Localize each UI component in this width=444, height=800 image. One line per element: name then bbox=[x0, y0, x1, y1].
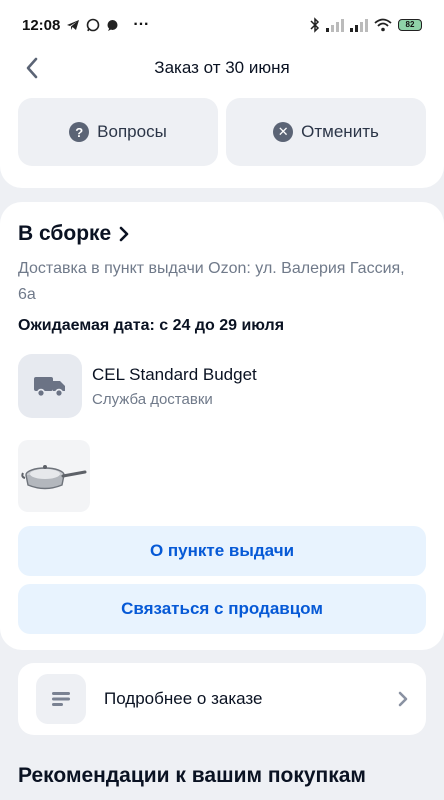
signal-icon bbox=[350, 18, 368, 32]
delivery-service-row: CEL Standard Budget Служба доставки bbox=[18, 354, 418, 418]
truck-icon bbox=[18, 354, 82, 418]
order-status-title: В сборке bbox=[18, 222, 112, 245]
chevron-right-icon bbox=[398, 691, 408, 707]
order-details-label: Подробнее о заказе bbox=[104, 689, 263, 708]
cancel-order-button[interactable]: ✕ Отменить bbox=[226, 98, 426, 166]
action-row: ? Вопросы ✕ Отменить bbox=[18, 98, 426, 166]
header: Заказ от 30 июня bbox=[0, 40, 444, 96]
contact-seller-button[interactable]: Связаться с продавцом bbox=[18, 584, 426, 634]
delivery-service-caption: Служба доставки bbox=[92, 390, 213, 408]
whatsapp-icon bbox=[86, 18, 100, 32]
frying-pan-image bbox=[21, 465, 87, 490]
expected-date: Ожидаемая дата: с 24 до 29 июля bbox=[18, 317, 285, 334]
questions-label: Вопросы bbox=[97, 122, 167, 141]
cancel-label: Отменить bbox=[301, 122, 379, 141]
status-time: 12:08 bbox=[22, 16, 61, 34]
battery-icon: 82 bbox=[398, 19, 422, 31]
wifi-icon bbox=[374, 18, 392, 32]
order-status-link[interactable]: В сборке bbox=[18, 222, 129, 246]
back-button[interactable] bbox=[18, 54, 46, 82]
question-circle-icon: ? bbox=[69, 122, 90, 142]
chevron-right-icon bbox=[119, 226, 129, 242]
chat-icon bbox=[106, 19, 119, 32]
document-lines-icon bbox=[36, 674, 86, 724]
x-circle-icon: ✕ bbox=[273, 122, 294, 142]
recommendations-title: Рекомендации к вашим покупкам bbox=[18, 764, 366, 787]
delivery-address: Доставка в пункт выдачи Ozon: ул. Валери… bbox=[18, 260, 405, 303]
order-details-row[interactable]: Подробнее о заказе bbox=[18, 663, 426, 735]
chevron-left-icon bbox=[26, 57, 38, 79]
product-thumbnail[interactable] bbox=[18, 440, 90, 512]
pickup-point-button[interactable]: О пункте выдачи bbox=[18, 526, 426, 576]
delivery-service-text: CEL Standard Budget Служба доставки bbox=[92, 365, 257, 408]
more-dots: ··· bbox=[133, 16, 150, 33]
bluetooth-icon bbox=[310, 17, 320, 33]
questions-button[interactable]: ? Вопросы bbox=[18, 98, 218, 166]
order-header-card: Заказ от 30 июня ? Вопросы ✕ Отменить bbox=[0, 40, 444, 188]
delivery-service-name: CEL Standard Budget bbox=[92, 364, 257, 384]
telegram-icon bbox=[66, 18, 80, 32]
order-status-card: В сборке Доставка в пункт выдачи Ozon: у… bbox=[0, 202, 444, 650]
page-title: Заказ от 30 июня bbox=[154, 58, 290, 77]
signal-icon bbox=[326, 18, 344, 32]
